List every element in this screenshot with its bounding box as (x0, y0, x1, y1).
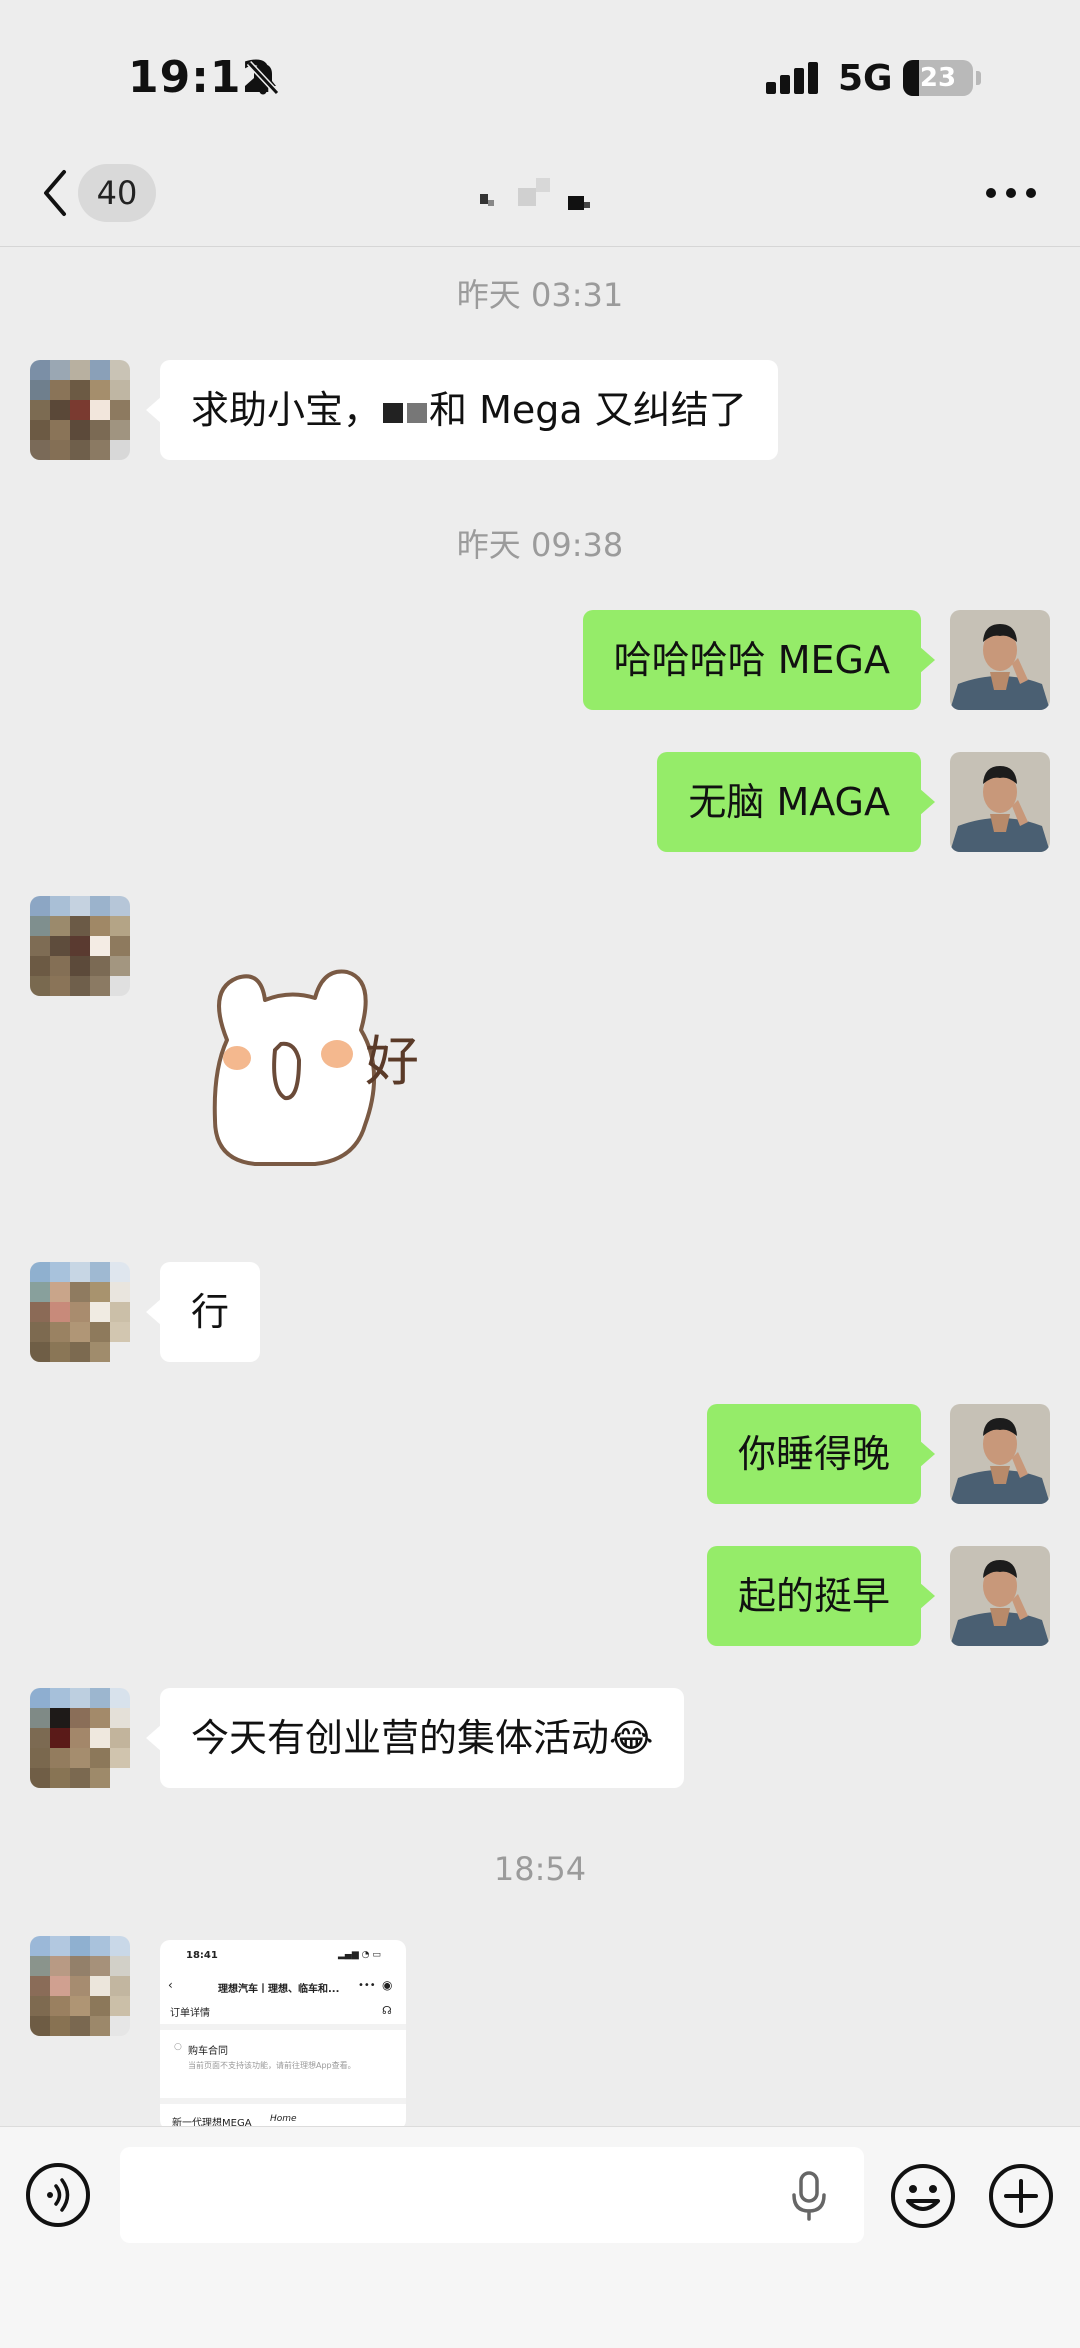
screenshot-note: 当前页面不支持该功能，请前往理想App查看。 (188, 2061, 356, 2070)
screenshot-title: 理想汽车丨理想、临车和... (218, 1984, 340, 1995)
timestamp: 18:54 (493, 1850, 587, 1888)
battery-icon: 23 (903, 60, 973, 96)
message-bubble-outgoing[interactable]: 哈哈哈哈 MEGA (582, 610, 936, 710)
user-photo (950, 752, 1050, 852)
unread-count-badge[interactable]: 40 (78, 164, 156, 222)
image-message-screenshot[interactable]: 18:41 ▂▄▆ ◔ ▭ ‹ 理想汽车丨理想、临车和... ••• ◉ 订单详… (160, 1940, 406, 2130)
target-icon: ◉ (382, 1978, 393, 1992)
message-bubble-outgoing[interactable]: 你睡得晚 (706, 1404, 936, 1504)
avatar-mosaic (30, 1688, 130, 1788)
message-input[interactable] (120, 2147, 864, 2243)
my-avatar[interactable] (950, 752, 1050, 852)
screenshot-status-icons: ▂▄▆ ◔ ▭ (338, 1950, 381, 1960)
message-bubble-incoming[interactable]: 行 (145, 1262, 261, 1362)
headset-icon: ☊ (382, 2004, 392, 2017)
user-photo (950, 1546, 1050, 1646)
voice-waves-icon (47, 2178, 70, 2212)
plus-icon[interactable] (988, 2163, 1054, 2229)
more-dots-icon[interactable] (986, 188, 1036, 200)
chat-title-redacted (480, 178, 590, 210)
user-photo (950, 610, 1050, 710)
divider (160, 2098, 406, 2104)
screenshot-item: 购车合同 (188, 2046, 228, 2057)
my-avatar[interactable] (950, 1404, 1050, 1504)
message-text: 今天有创业营的集体活动😂 (191, 1716, 654, 1760)
message-text: 和 Mega 又纠结了 (429, 388, 747, 432)
bell-muted-icon (246, 60, 280, 96)
timestamp: 昨天 03:31 (456, 276, 624, 314)
redacted-name (383, 402, 404, 423)
message-text: 哈哈哈哈 MEGA (613, 638, 890, 682)
message-text: 你睡得晚 (737, 1432, 890, 1476)
signal-icon (766, 62, 818, 94)
network-type: 5G (838, 58, 893, 99)
voice-icon[interactable] (26, 2163, 90, 2227)
screenshot-time: 18:41 (186, 1950, 218, 1961)
my-avatar[interactable] (950, 1546, 1050, 1646)
chevron-left-icon[interactable] (40, 168, 68, 218)
sticker-bunny[interactable]: 好 (195, 950, 475, 1180)
avatar-mosaic (30, 1936, 130, 2036)
redacted-name (407, 402, 428, 423)
message-bubble-outgoing[interactable]: 无脑 MAGA (657, 752, 935, 852)
screenshot-footer-badge: Home (270, 2114, 297, 2124)
message-text: 求助小宝， (191, 388, 382, 432)
contact-avatar[interactable] (30, 896, 130, 996)
message-text: 行 (191, 1290, 230, 1334)
message-text: 无脑 MAGA (688, 780, 890, 824)
battery-tip (976, 71, 981, 85)
contact-avatar[interactable] (30, 1262, 130, 1362)
contact-avatar[interactable] (30, 1936, 130, 2036)
screenshot-section: 订单详情 (170, 2008, 210, 2019)
status-bar: 19:12 5G 23 (0, 0, 1080, 150)
emoji-icon[interactable] (890, 2163, 956, 2229)
message-bubble-incoming[interactable]: 求助小宝， 和 Mega 又纠结了 (146, 360, 778, 460)
message-bubble-outgoing[interactable]: 起的挺早 (706, 1546, 936, 1646)
contact-avatar[interactable] (30, 1688, 130, 1788)
more-dots-icon: ••• (358, 1980, 376, 1991)
chevron-left-icon: ‹ (168, 1978, 173, 1992)
avatar-mosaic (30, 896, 130, 996)
input-bar (0, 2126, 1080, 2348)
contact-avatar[interactable] (30, 360, 130, 460)
battery-percent: 23 (919, 63, 957, 93)
message-bubble-incoming[interactable]: 今天有创业营的集体活动😂 (145, 1688, 685, 1788)
avatar-mosaic (30, 360, 130, 460)
message-text: 起的挺早 (737, 1574, 890, 1618)
bullet-icon: ○ (174, 2042, 182, 2052)
timestamp: 昨天 09:38 (456, 526, 624, 564)
chat-header: 40 (0, 150, 1080, 247)
my-avatar[interactable] (950, 610, 1050, 710)
sticker-text: 好 (365, 1030, 419, 1093)
user-photo (950, 1404, 1050, 1504)
divider (160, 2024, 406, 2030)
microphone-icon[interactable] (790, 2171, 828, 2221)
avatar-mosaic (30, 1262, 130, 1362)
